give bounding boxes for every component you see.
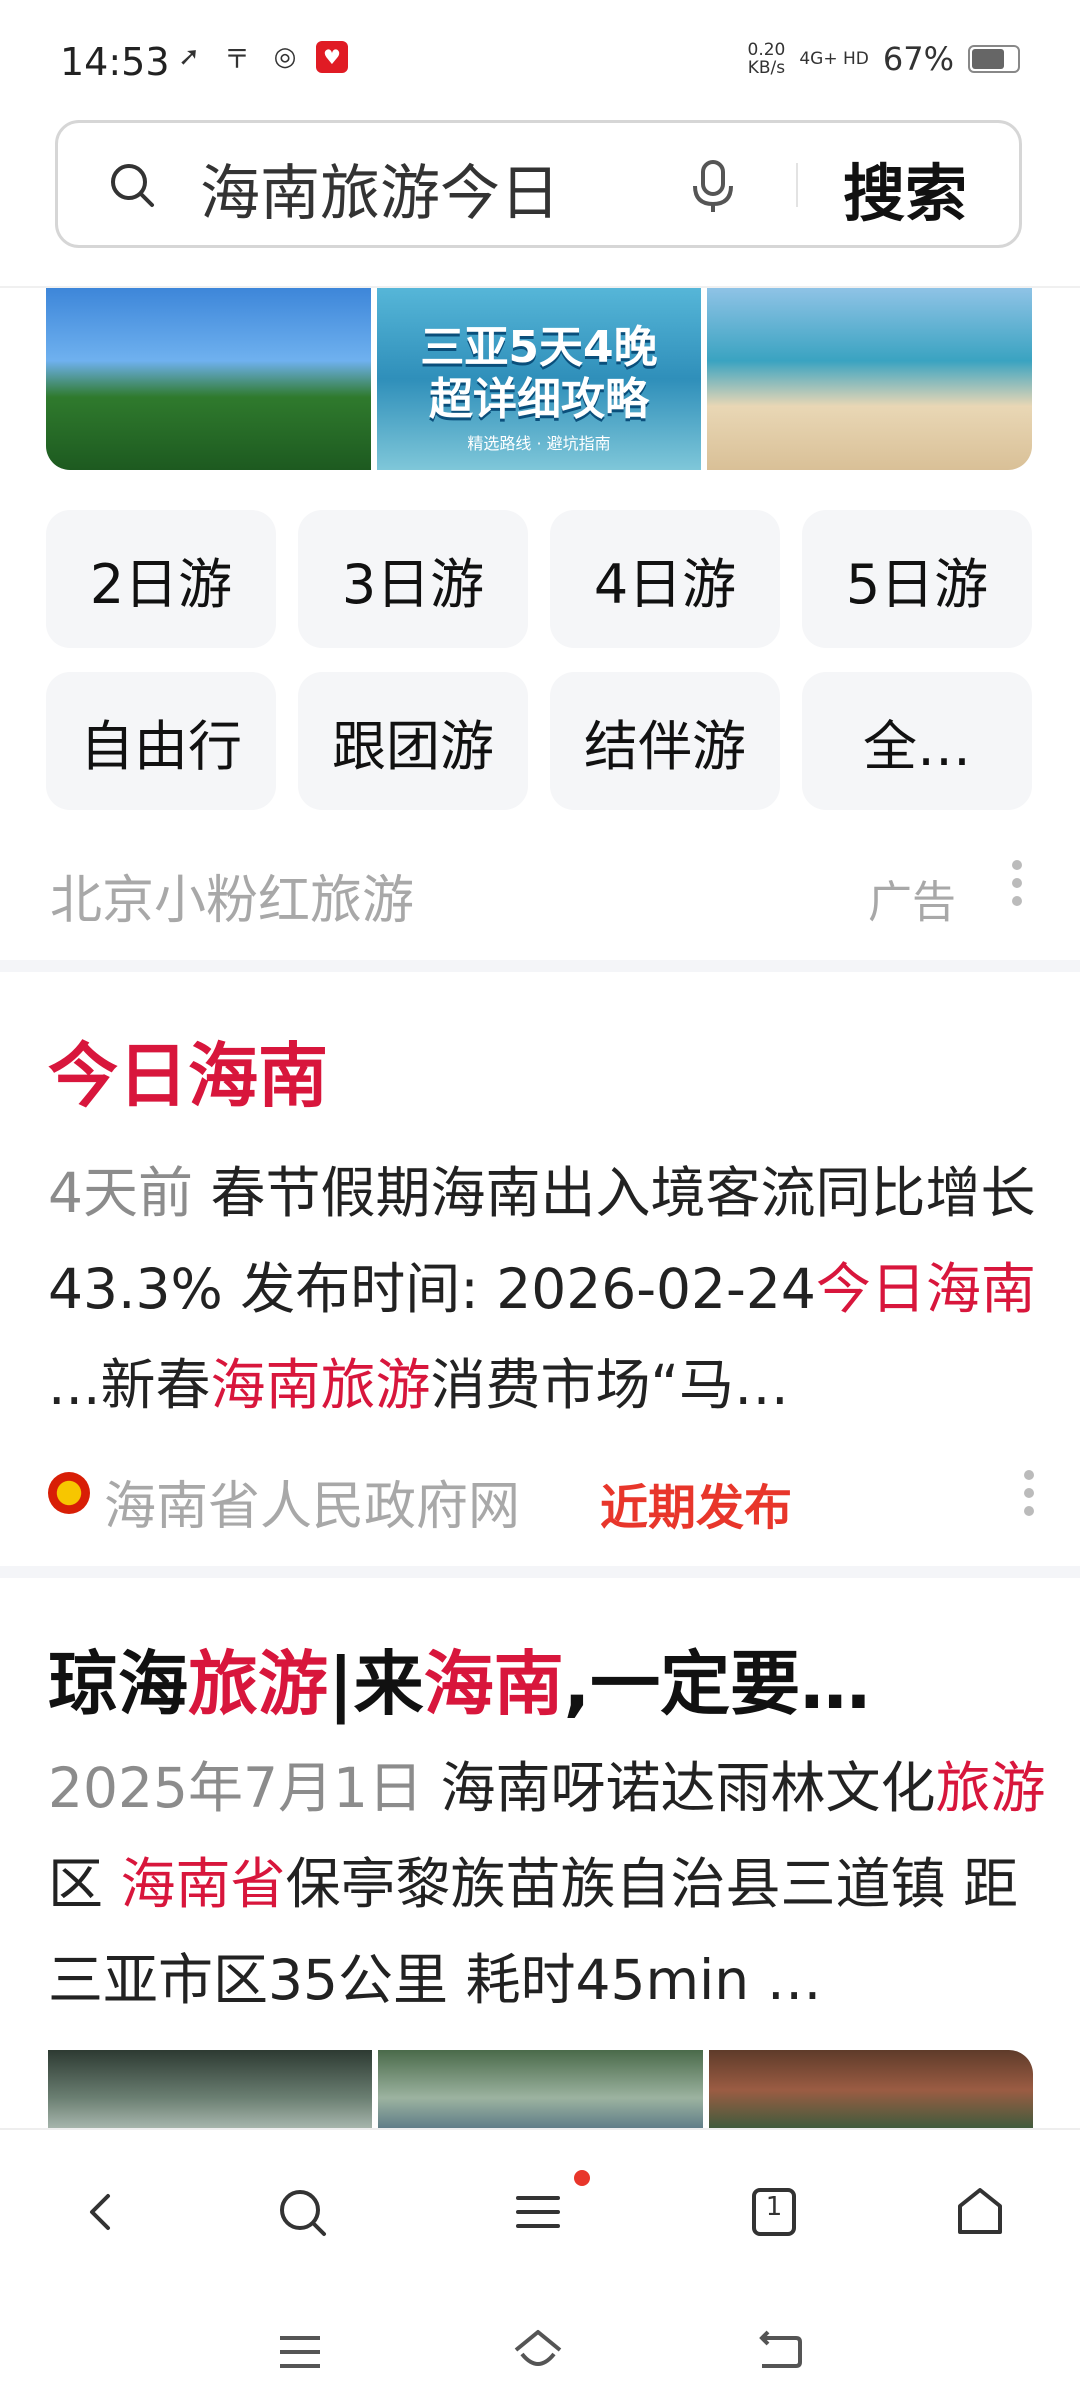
- notification-icons: ➚ 〒 ◎ ♥: [172, 40, 348, 75]
- microphone-icon[interactable]: [688, 159, 738, 215]
- result-image-waterfall[interactable]: [48, 2050, 373, 2130]
- title-highlight: 旅游: [188, 1643, 328, 1725]
- search-button[interactable]: 搜索: [843, 143, 967, 233]
- ad-label: 广告: [868, 877, 956, 928]
- promo-title-line2: 超详细攻略: [429, 374, 649, 425]
- search-divider: [796, 163, 798, 207]
- title-text: 琼海: [48, 1643, 188, 1725]
- national-emblem-icon: [48, 1472, 90, 1514]
- result-image-strip[interactable]: [48, 2050, 1033, 2130]
- result-date: 2025年7月1日: [48, 1756, 423, 1820]
- battery-fill: [972, 49, 1005, 69]
- result-image-trail[interactable]: [378, 2050, 703, 2130]
- result-title[interactable]: 琼海旅游|来海南,一定要…: [48, 1628, 870, 1729]
- net-speed-unit: KB/s: [747, 58, 786, 78]
- search-icon: [111, 164, 154, 207]
- battery-icon: [968, 45, 1020, 73]
- browser-toolbar: 1: [0, 2128, 1080, 2290]
- promo-title-line1: 三亚5天4晚: [420, 322, 658, 373]
- back-icon[interactable]: [72, 2182, 132, 2242]
- section-separator: [0, 1566, 1080, 1578]
- app-swirl-icon: ◎: [273, 42, 297, 72]
- result-snippet: 4天前 春节假期海南出入境客流同比增长43.3% 发布时间: 2026-02-2…: [48, 1145, 1038, 1433]
- tag-3-day[interactable]: 3日游: [298, 510, 528, 648]
- snippet-text: 区: [48, 1852, 121, 1916]
- snippet-highlight: 海南旅游: [210, 1353, 431, 1417]
- banner-image-beach[interactable]: [707, 288, 1033, 470]
- send-icon: ➚: [178, 42, 200, 72]
- result-title[interactable]: 今日海南: [48, 1020, 328, 1121]
- tag-5-day[interactable]: 5日游: [802, 510, 1032, 648]
- post-office-icon: 〒: [223, 44, 250, 75]
- tab-count: 1: [765, 2192, 783, 2222]
- back-nav-icon[interactable]: [752, 2324, 808, 2380]
- snippet-text: 海南呀诺达雨林文化: [422, 1756, 936, 1820]
- tag-companion[interactable]: 结伴游: [550, 672, 780, 810]
- banner-image-promo[interactable]: 三亚5天4晚 超详细攻略 精选路线 · 避坑指南: [376, 288, 702, 470]
- more-options-icon[interactable]: [1024, 1470, 1036, 1516]
- snippet-highlight: 海南省: [120, 1852, 286, 1916]
- snippet-text: ...新春: [48, 1353, 211, 1417]
- tag-4-day[interactable]: 4日游: [550, 510, 780, 648]
- tag-2-day[interactable]: 2日游: [46, 510, 276, 648]
- snippet-highlight: 旅游: [935, 1756, 1046, 1820]
- net-speed-value: 0.20: [747, 40, 786, 60]
- system-nav-bar: [0, 2290, 1080, 2408]
- search-bar[interactable]: 海南旅游今日 搜索: [55, 120, 1022, 248]
- tag-more[interactable]: 全…: [802, 672, 1032, 810]
- more-options-icon[interactable]: [1012, 860, 1024, 906]
- tag-group-tour[interactable]: 跟团游: [298, 672, 528, 810]
- home-icon[interactable]: [950, 2182, 1010, 2242]
- app-heart-icon: ♥: [316, 41, 348, 73]
- status-time: 14:53: [60, 40, 170, 84]
- result-image-mushroom[interactable]: [708, 2050, 1033, 2130]
- section-separator: [0, 960, 1080, 972]
- net-speed: 0.20 KB/s: [748, 41, 786, 77]
- recent-apps-icon[interactable]: [272, 2324, 328, 2380]
- promo-subtitle: 精选路线 · 避坑指南: [467, 434, 611, 453]
- trip-tag-grid: 2日游 3日游 4日游 5日游 自由行 跟团游 结伴游 全…: [46, 510, 1034, 810]
- title-highlight: 海南: [423, 1643, 564, 1725]
- image-banner[interactable]: 三亚5天4晚 超详细攻略 精选路线 · 避坑指南: [46, 288, 1033, 470]
- home-nav-icon[interactable]: [510, 2324, 566, 2380]
- notification-dot: [574, 2170, 590, 2186]
- status-bar: 14:53 ➚ 〒 ◎ ♥ 0.20 KB/s 4G+ HD 67%: [0, 0, 1080, 118]
- title-text: ,一定要…: [563, 1643, 871, 1725]
- recent-badge: 近期发布: [600, 1480, 793, 1536]
- menu-icon[interactable]: [508, 2182, 568, 2242]
- promo-title: 三亚5天4晚 超详细攻略: [377, 322, 702, 426]
- signal-icon: 4G+ HD: [799, 49, 869, 69]
- snippet-text: 消费市场“马…: [430, 1353, 789, 1417]
- source-name[interactable]: 海南省人民政府网: [104, 1464, 520, 1539]
- search-icon[interactable]: [272, 2182, 332, 2242]
- ad-source[interactable]: 北京小粉红旅游: [50, 858, 414, 933]
- result-source: 海南省人民政府网 近期发布: [48, 1460, 1038, 1537]
- banner-image-palm-trees[interactable]: [46, 288, 371, 470]
- search-input[interactable]: 海南旅游今日: [200, 145, 560, 232]
- snippet-highlight: 今日海南: [815, 1257, 1036, 1321]
- ad-footer: 北京小粉红旅游 广告: [50, 852, 1035, 931]
- tabs-button[interactable]: 1: [744, 2182, 804, 2242]
- result-date: 4天前: [48, 1161, 193, 1225]
- result-snippet: 2025年7月1日 海南呀诺达雨林文化旅游区 海南省保亭黎族苗族自治县三道镇 距…: [48, 1740, 1048, 2028]
- system-indicators: 0.20 KB/s 4G+ HD 67%: [748, 40, 1020, 78]
- title-text: |来: [328, 1643, 424, 1725]
- tag-independent[interactable]: 自由行: [46, 672, 276, 810]
- battery-percent: 67%: [882, 40, 954, 78]
